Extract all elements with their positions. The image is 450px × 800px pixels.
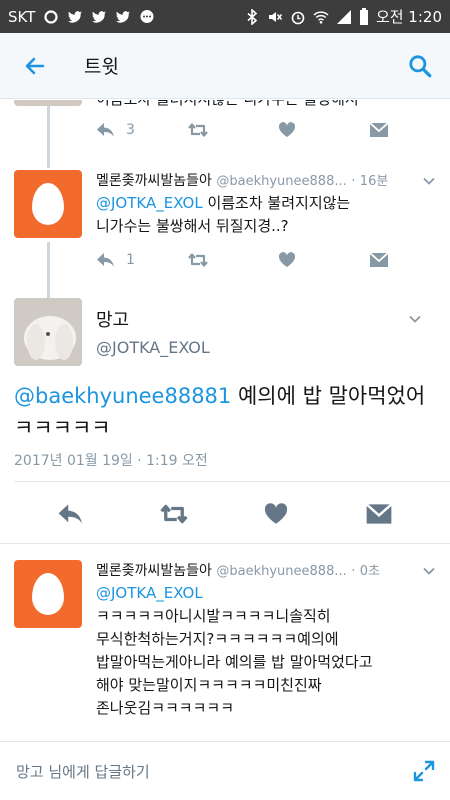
mention-link[interactable]: @JOTKA_EXOL — [96, 584, 203, 602]
reply-count: 1 — [126, 252, 135, 268]
focused-tweet-actions — [0, 490, 450, 538]
retweet-button[interactable] — [144, 503, 204, 525]
chevron-down-icon[interactable] — [408, 312, 422, 326]
chevron-down-icon[interactable] — [422, 174, 436, 188]
like-action[interactable] — [278, 122, 369, 138]
tweet-text-line: 해야 맞는말이지ㅋㅋㅋㅋㅋ미친진짜 — [96, 676, 322, 694]
retweet-icon — [188, 123, 208, 137]
battery-icon — [359, 7, 368, 25]
reply-button[interactable] — [41, 503, 101, 525]
tweet-header: 멜론좆까씨발놈들아 @baekhyunee888... · 16분 — [96, 170, 388, 190]
reply-tweet[interactable]: 멜론좆까씨발놈들아 @baekhyunee888... · 0초 @JOTKA_… — [0, 544, 450, 738]
reply-action[interactable]: 1 — [96, 252, 187, 268]
clock: 오전 1:20 — [375, 8, 442, 26]
retweet-action[interactable] — [187, 122, 278, 138]
envelope-icon — [365, 503, 392, 524]
signal-icon — [336, 9, 351, 24]
reply-action[interactable]: 3 — [96, 122, 187, 138]
chat-bubble-icon — [140, 9, 154, 23]
display-name[interactable]: 멜론좆까씨발놈들아 — [96, 173, 212, 189]
search-button[interactable] — [390, 33, 450, 99]
envelope-icon — [369, 252, 389, 267]
tweet-text-body: 니가수는 불쌍해서 뒤질지경..? — [96, 217, 289, 235]
like-button[interactable] — [246, 503, 306, 525]
tweet-text-partial: 이름조차 불려지지않는 니가수는 불쌍해서 — [96, 100, 416, 111]
tweet-text-line: 존나웃김ㅋㅋㅋㅋㅋㅋ — [96, 699, 235, 717]
envelope-icon — [369, 122, 389, 137]
carrier-label: SKT — [8, 7, 36, 26]
expand-icon[interactable] — [412, 759, 436, 783]
heart-icon — [265, 503, 288, 524]
wifi-icon — [313, 10, 329, 24]
sync-icon — [44, 9, 58, 24]
reply-tweet[interactable]: 멜론좆까씨발놈들아 @baekhyunee888... · 16분 @JOTKA… — [0, 158, 450, 282]
mention-link[interactable]: @JOTKA_EXOL — [96, 194, 203, 212]
display-name[interactable]: 멜론좆까씨발놈들아 — [96, 563, 212, 579]
tweet-header: 멜론좆까씨발놈들아 @baekhyunee888... · 0초 — [96, 560, 380, 580]
tweet-timestamp: 2017년 01월 19일 · 1:19 오전 — [14, 453, 208, 469]
tweet-actions: 1 — [96, 252, 450, 268]
handle: @JOTKA_EXOL — [96, 338, 210, 357]
avatar[interactable] — [14, 560, 82, 628]
dm-action[interactable] — [369, 122, 450, 138]
search-icon — [409, 54, 432, 77]
divider — [14, 481, 450, 482]
back-arrow-icon — [25, 57, 45, 74]
default-egg-avatar — [14, 560, 82, 628]
alarm-icon — [291, 11, 305, 24]
app-bar: 트윗 — [0, 33, 450, 99]
tweet-age: 0초 — [359, 564, 381, 579]
like-action[interactable] — [278, 252, 369, 268]
default-egg-avatar — [14, 170, 82, 238]
reply-icon — [97, 123, 114, 137]
dm-button[interactable] — [349, 503, 409, 525]
retweet-icon — [188, 253, 208, 267]
separator: · — [351, 174, 356, 189]
handle: @baekhyunee888... — [216, 174, 347, 189]
screen: SKT 오전 1:20 트윗 3 멜론좆까씨발놈들아 @baekhyunee88… — [0, 0, 450, 800]
mention-link[interactable]: @baekhyunee88881 — [14, 384, 231, 408]
tweet-text-line: ㅋㅋㅋㅋㅋ아니시발ㅋㅋㅋㅋ니솔직히 — [96, 607, 331, 625]
tweet-text-body: 이름조차 불려지지않는 — [202, 194, 351, 212]
tweet-age: 16분 — [359, 174, 389, 189]
reply-composer-bar[interactable]: 망고 님에게 답글하기 — [0, 741, 450, 800]
chevron-down-icon[interactable] — [422, 564, 436, 578]
reply-count: 3 — [126, 122, 135, 138]
heart-icon — [278, 252, 296, 267]
separator: · — [351, 564, 356, 579]
avatar[interactable] — [14, 298, 82, 366]
avatar[interactable] — [14, 100, 82, 106]
mute-icon — [268, 11, 283, 22]
reply-icon — [58, 504, 83, 524]
page-title: 트윗 — [84, 56, 119, 78]
back-button[interactable] — [0, 33, 70, 99]
display-name[interactable]: 망고 — [96, 306, 129, 332]
handle: @baekhyunee888... — [216, 564, 347, 579]
rabbit-photo-avatar — [14, 298, 82, 366]
tweet-text-line: 무식한척하는거지?ㅋㅋㅋㅋㅋㅋ예의에 — [96, 630, 339, 648]
twitter-bird-icon — [68, 10, 83, 23]
tweet-thread: 이름조차 불려지지않는 니가수는 불쌍해서 3 — [0, 100, 450, 738]
dm-action[interactable] — [369, 252, 450, 268]
previous-tweet[interactable]: 이름조차 불려지지않는 니가수는 불쌍해서 3 — [0, 100, 450, 158]
status-bar: SKT 오전 1:20 — [0, 0, 450, 33]
tweet-text-body: ㅋㅋㅋㅋㅋ — [14, 416, 111, 440]
retweet-action[interactable] — [187, 252, 278, 268]
twitter-bird-icon — [92, 10, 107, 23]
reply-icon — [97, 253, 114, 267]
tweet-text: @JOTKA_EXOL ㅋㅋㅋㅋㅋ아니시발ㅋㅋㅋㅋ니솔직히 무식한척하는거지?ㅋ… — [96, 582, 436, 720]
retweet-icon — [160, 504, 188, 524]
reply-placeholder[interactable]: 망고 님에게 답글하기 — [16, 761, 150, 782]
tweet-text-line: 밥말아먹는게아니라 예의를 밥 말아먹었다고 — [96, 653, 373, 671]
heart-icon — [278, 122, 296, 137]
tweet-text-body: 예의에 밥 말아먹었어 — [231, 384, 426, 408]
tweet-actions: 3 — [96, 122, 450, 138]
tweet-text: @JOTKA_EXOL 이름조차 불려지지않는 니가수는 불쌍해서 뒤질지경..… — [96, 192, 416, 238]
twitter-bird-icon — [116, 10, 131, 23]
avatar[interactable] — [14, 170, 82, 238]
bluetooth-icon — [247, 8, 258, 25]
focused-tweet-text: @baekhyunee88881 예의에 밥 말아먹었어 ㅋㅋㅋㅋㅋ — [14, 380, 434, 444]
